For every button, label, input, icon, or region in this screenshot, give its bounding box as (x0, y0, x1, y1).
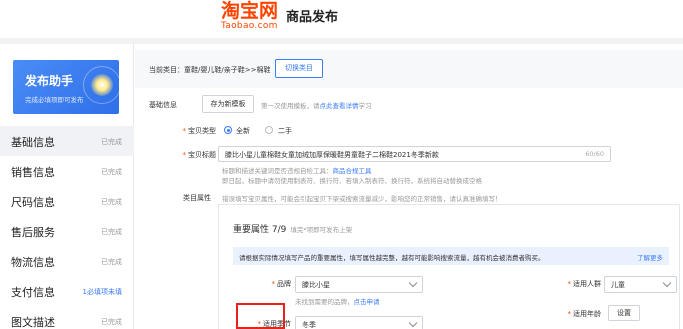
people-value: 儿童 (611, 281, 625, 289)
title-hint-tabs: 即日起，标题中请勿使用制表符、换行符、若填入制表符、换行符，系统将自动替换成空格 (222, 177, 482, 185)
season-value: 冬季 (302, 321, 316, 329)
category-attr-hint: 错误填写宝贝属性，可能会引起宝贝下架或搜索流量减少，影响您的正常销售，请认真准确… (222, 195, 502, 203)
sidebar-item-status: 已完成 (101, 138, 122, 146)
type-used-radio[interactable] (265, 126, 273, 134)
sidebar-item-label: 售后服务 (11, 226, 55, 239)
sidebar-item-label: 支付信息 (11, 286, 55, 299)
attr-progress-hint: 填完*项即可发布上架 (290, 226, 353, 234)
sidebar-item-payment[interactable]: 支付信息 1必填项未填 (0, 276, 134, 306)
item-title-input[interactable]: 滕比小星儿童棉鞋女童加绒加厚保暖鞋男童鞋子二棉鞋2021冬季新款 60/60 (218, 146, 611, 162)
brand-hint: 未找到需要的品牌，点击申请 (295, 298, 380, 306)
learn-more-link[interactable]: 了解更多 (637, 252, 663, 262)
category-attr-label: 类目属性 (183, 194, 211, 202)
save-template-button[interactable]: 存为新模板 (202, 95, 254, 113)
page-header: 淘宝网 Taobao.com 商品发布 (0, 0, 683, 38)
sidebar-item-sales[interactable]: 销售信息 已完成 (0, 156, 134, 186)
age-label: * 适用年龄 (567, 310, 602, 318)
attributes-notice-text: 请根据实际情况填写产品的重要属性，填写属性越完整，越有可能影响搜索流量，越有机会… (239, 254, 545, 262)
sidebar-item-logistics[interactable]: 物流信息 已完成 (0, 246, 134, 276)
item-type-label: * 宝贝类型 (182, 127, 217, 135)
age-settings-button[interactable]: 设置 (608, 305, 640, 321)
chevron-down-icon (663, 280, 670, 287)
sidebar-item-status: 已完成 (101, 228, 122, 236)
sidebar-item-description[interactable]: 图文描述 已完成 (0, 306, 134, 329)
brand-label: * 品牌 (271, 280, 292, 288)
sidebar-item-label: 尺码信息 (11, 196, 55, 209)
apply-brand-link[interactable]: 点击申请 (354, 298, 380, 306)
switch-category-button[interactable]: 切换类目 (275, 59, 323, 78)
type-new-radio[interactable] (224, 126, 232, 134)
page-title: 商品发布 (286, 10, 339, 25)
people-select[interactable]: 儿童 (604, 276, 677, 293)
sidebar-item-status: 已完成 (101, 258, 122, 266)
item-title-label: * 宝贝标题 (182, 151, 217, 159)
title-char-count: 60/60 (585, 150, 604, 158)
sidebar-item-label: 销售信息 (11, 166, 55, 179)
sidebar-item-aftersale[interactable]: 售后服务 已完成 (0, 216, 134, 246)
sidebar-item-status: 已完成 (101, 318, 122, 326)
item-title-value: 滕比小星儿童棉鞋女童加绒加厚保暖鞋男童鞋子二棉鞋2021冬季新款 (225, 151, 439, 159)
attr-progress-count: 7/9 (271, 225, 287, 235)
brand-select[interactable]: 滕比小星 (295, 276, 423, 293)
season-select[interactable]: 冬季 (295, 316, 423, 329)
sidebar-item-status: 1必填项未填 (82, 288, 122, 296)
template-hint: 第一次使用模板，请点此查看详情学习 (261, 102, 372, 110)
helper-subtitle: 完成必填项即可发布 (25, 96, 84, 104)
helper-title: 发布助手 (25, 74, 74, 88)
attributes-notice: 请根据实际情况填写产品的重要属性，填写属性越完整，越有可能影响搜索流量，越有机会… (233, 247, 669, 265)
type-used-label: 二手 (278, 127, 292, 135)
season-highlight-box (236, 303, 285, 329)
main-content: 当前类目：童鞋/婴儿鞋/亲子鞋>>棉鞋 切换类目 基础信息 存为新模板 第一次使… (135, 44, 683, 329)
compliance-tool-link[interactable]: 商品合规工具 (333, 167, 372, 175)
sidebar-item-label: 物流信息 (11, 256, 55, 269)
category-bar: 当前类目：童鞋/婴儿鞋/亲子鞋>>棉鞋 切换类目 (135, 50, 683, 88)
current-category: 当前类目：童鞋/婴儿鞋/亲子鞋>>棉鞋 (149, 66, 271, 74)
sidebar: 发布助手 完成必填项即可发布 基础信息 已完成 销售信息 已完成 尺码信息 已完… (0, 44, 134, 329)
type-new-label: 全新 (236, 127, 250, 135)
taobao-logo[interactable]: 淘宝网 Taobao.com (221, 2, 278, 31)
basic-info-section-label: 基础信息 (149, 101, 177, 109)
important-attributes-title: 重要属性 7/9 填完*项即可发布上架 (233, 225, 353, 235)
brand-value: 滕比小星 (302, 281, 330, 289)
sidebar-item-label: 基础信息 (11, 136, 55, 149)
sidebar-item-status: 已完成 (101, 198, 122, 206)
sidebar-item-status: 已完成 (101, 168, 122, 176)
helper-light-icon (91, 74, 113, 96)
logo-english: Taobao.com (221, 21, 278, 31)
important-attributes-panel: 重要属性 7/9 填完*项即可发布上架 请根据实际情况填写产品的重要属性，填写属性… (218, 204, 680, 329)
sidebar-item-basic[interactable]: 基础信息 已完成 (0, 126, 134, 156)
sidebar-item-size[interactable]: 尺码信息 已完成 (0, 186, 134, 216)
sidebar-item-label: 图文描述 (11, 316, 55, 329)
title-hint-tool: 标题和描述关键词是否违规自检工具：商品合规工具 (222, 167, 372, 175)
people-label: * 适用人群 (567, 280, 602, 288)
logo-chinese: 淘宝网 (221, 0, 279, 22)
chevron-down-icon (409, 280, 416, 287)
template-detail-link[interactable]: 点此查看详情 (320, 102, 359, 110)
publish-helper-card[interactable]: 发布助手 完成必填项即可发布 (13, 60, 119, 114)
chevron-down-icon (409, 320, 416, 327)
